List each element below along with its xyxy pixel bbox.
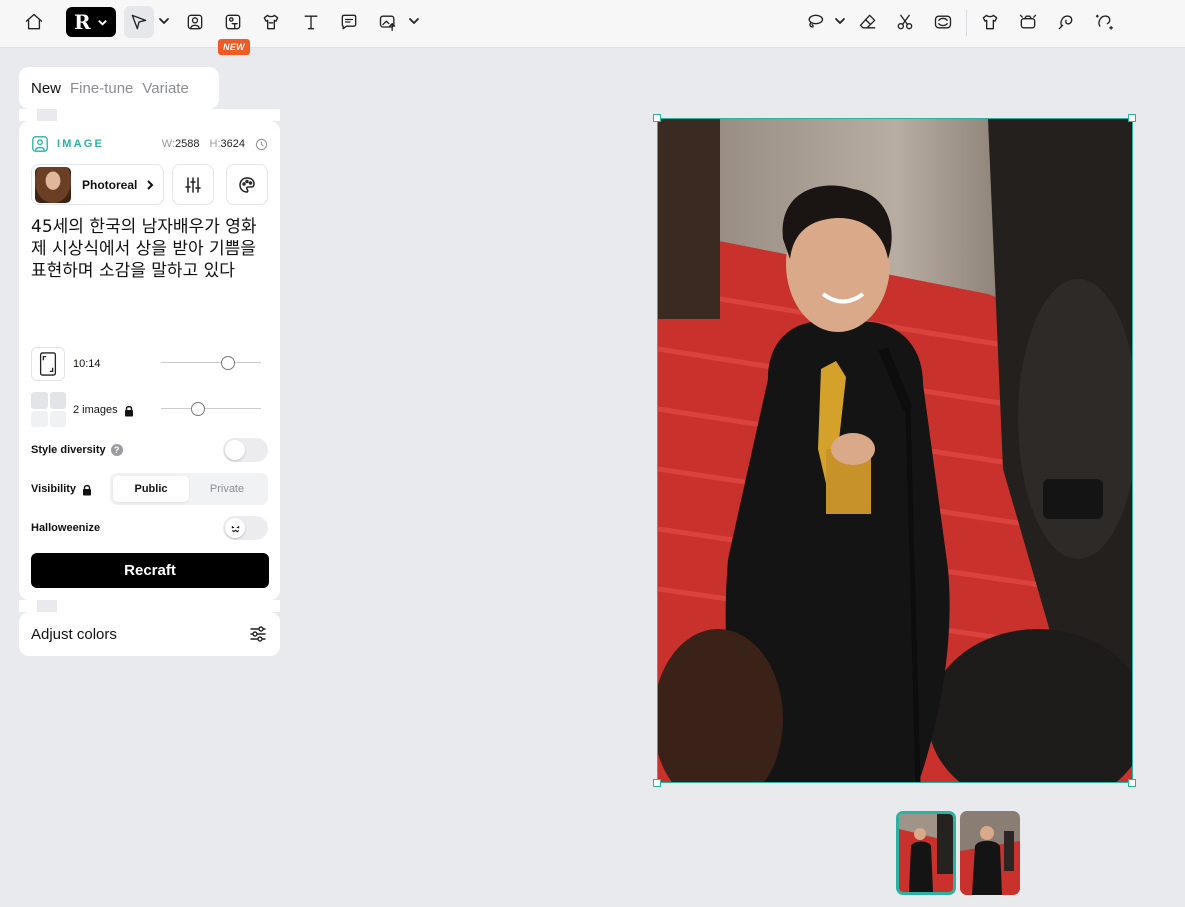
generation-panel: IMAGE W:2588 H:3624 Photoreal 45세의 한국의 남… (19, 121, 280, 600)
settings-sliders-button[interactable] (172, 164, 214, 205)
toggle-knob (225, 440, 245, 460)
scissors-icon[interactable] (888, 6, 922, 38)
slider-knob[interactable] (191, 402, 205, 416)
shirt-icon[interactable] (973, 6, 1007, 38)
new-badge: NEW (218, 39, 250, 55)
vectorize-icon[interactable] (1049, 6, 1083, 38)
style-diversity-toggle[interactable] (223, 438, 268, 462)
image-dimensions: W:2588 H:3624 (162, 138, 268, 151)
width-value[interactable]: 2588 (175, 138, 199, 150)
select-tool-button[interactable] (124, 6, 154, 38)
generated-image[interactable] (657, 118, 1133, 783)
generated-photo (658, 119, 1132, 782)
magic-brush-icon[interactable] (1087, 6, 1121, 38)
image-count-slider[interactable] (161, 402, 261, 416)
height-label: H: (209, 138, 221, 150)
home-icon[interactable] (17, 6, 51, 38)
panel-connector (57, 600, 280, 612)
toggle-knob (225, 518, 245, 538)
adjust-colors-section[interactable]: Adjust colors (19, 612, 280, 656)
slider-knob[interactable] (221, 356, 235, 370)
upload-image-icon[interactable] (371, 6, 405, 38)
resize-handle-bottom-right[interactable] (1128, 779, 1136, 787)
text-to-image-icon[interactable] (216, 6, 250, 38)
toolbar-divider (966, 10, 967, 36)
lock-icon (82, 483, 92, 496)
thumbnail-2[interactable] (960, 811, 1020, 895)
section-label: IMAGE (57, 138, 105, 150)
adjust-colors-label: Adjust colors (31, 625, 117, 643)
style-name: Photoreal (82, 177, 138, 192)
halloweenize-label: Halloweenize (31, 522, 101, 534)
help-icon[interactable]: ? (110, 444, 123, 456)
slider-track (161, 408, 261, 409)
chevron-right-icon (147, 179, 154, 190)
resize-handle-top-left[interactable] (653, 114, 661, 122)
thumbnail-photo (899, 814, 953, 892)
style-selector-button[interactable]: Photoreal (31, 164, 164, 205)
image-section-header: IMAGE W:2588 H:3624 (31, 135, 268, 153)
recraft-button[interactable]: Recraft (31, 553, 269, 588)
upscale-icon[interactable] (1011, 6, 1045, 38)
tab-new[interactable]: New (31, 80, 61, 97)
color-palette-button[interactable] (226, 164, 268, 205)
aspect-ratio-icon[interactable] (31, 347, 65, 381)
pumpkin-face-icon (231, 525, 239, 532)
chevron-down-icon[interactable] (408, 14, 420, 26)
image-grid-icon (31, 392, 66, 427)
mode-tabs: New Fine-tune Variate (19, 67, 219, 109)
visibility-public-option[interactable]: Public (113, 476, 189, 502)
slider-track (161, 362, 261, 363)
image-icon (32, 136, 48, 152)
resize-handle-top-right[interactable] (1128, 114, 1136, 122)
tab-variate[interactable]: Variate (142, 80, 188, 97)
style-avatar (35, 166, 71, 203)
chevron-down-icon[interactable] (834, 14, 846, 26)
comment-icon[interactable] (332, 6, 366, 38)
visibility-label: Visibility (31, 483, 77, 495)
lasso-icon[interactable] (798, 6, 832, 38)
workspace-menu-button[interactable]: R (66, 7, 116, 37)
visibility-segmented-control: Public Private (110, 473, 268, 505)
select-arrow-icon (131, 14, 147, 30)
style-diversity-label: Style diversity (31, 444, 106, 456)
tab-fine-tune[interactable]: Fine-tune (70, 80, 133, 97)
panel-connector (19, 600, 37, 612)
aspect-ratio-slider[interactable] (161, 356, 261, 370)
variation-thumbnails (896, 811, 1020, 895)
panel-connector (57, 109, 280, 121)
top-toolbar: R NEW (0, 0, 1185, 55)
clock-icon[interactable] (255, 138, 268, 151)
panel-connector (19, 109, 37, 121)
text-icon[interactable] (294, 6, 328, 38)
chevron-down-icon[interactable] (158, 14, 170, 26)
logo-mark: R (74, 10, 91, 34)
lock-icon (124, 404, 134, 416)
resize-handle-bottom-left[interactable] (653, 779, 661, 787)
image-count-value: 2 images (73, 403, 118, 416)
mockup-shirt-icon[interactable] (254, 6, 288, 38)
prompt-text[interactable]: 45세의 한국의 남자배우가 영화제 시상식에서 상을 받아 기쁨을 표현하며 … (31, 216, 271, 282)
halloweenize-toggle[interactable] (223, 516, 268, 540)
swap-image-icon[interactable] (926, 6, 960, 38)
image-icon[interactable] (178, 6, 212, 38)
width-label: W: (161, 138, 176, 150)
thumbnail-photo (960, 811, 1020, 895)
eraser-icon[interactable] (851, 6, 885, 38)
height-value[interactable]: 3624 (221, 138, 245, 150)
palette-icon (239, 176, 255, 193)
visibility-private-option[interactable]: Private (189, 476, 265, 502)
sliders-icon (185, 176, 201, 193)
chevron-down-icon (97, 19, 107, 26)
aspect-ratio-value: 10:14 (73, 358, 101, 370)
adjust-sliders-icon (250, 626, 266, 642)
thumbnail-1[interactable] (896, 811, 956, 895)
